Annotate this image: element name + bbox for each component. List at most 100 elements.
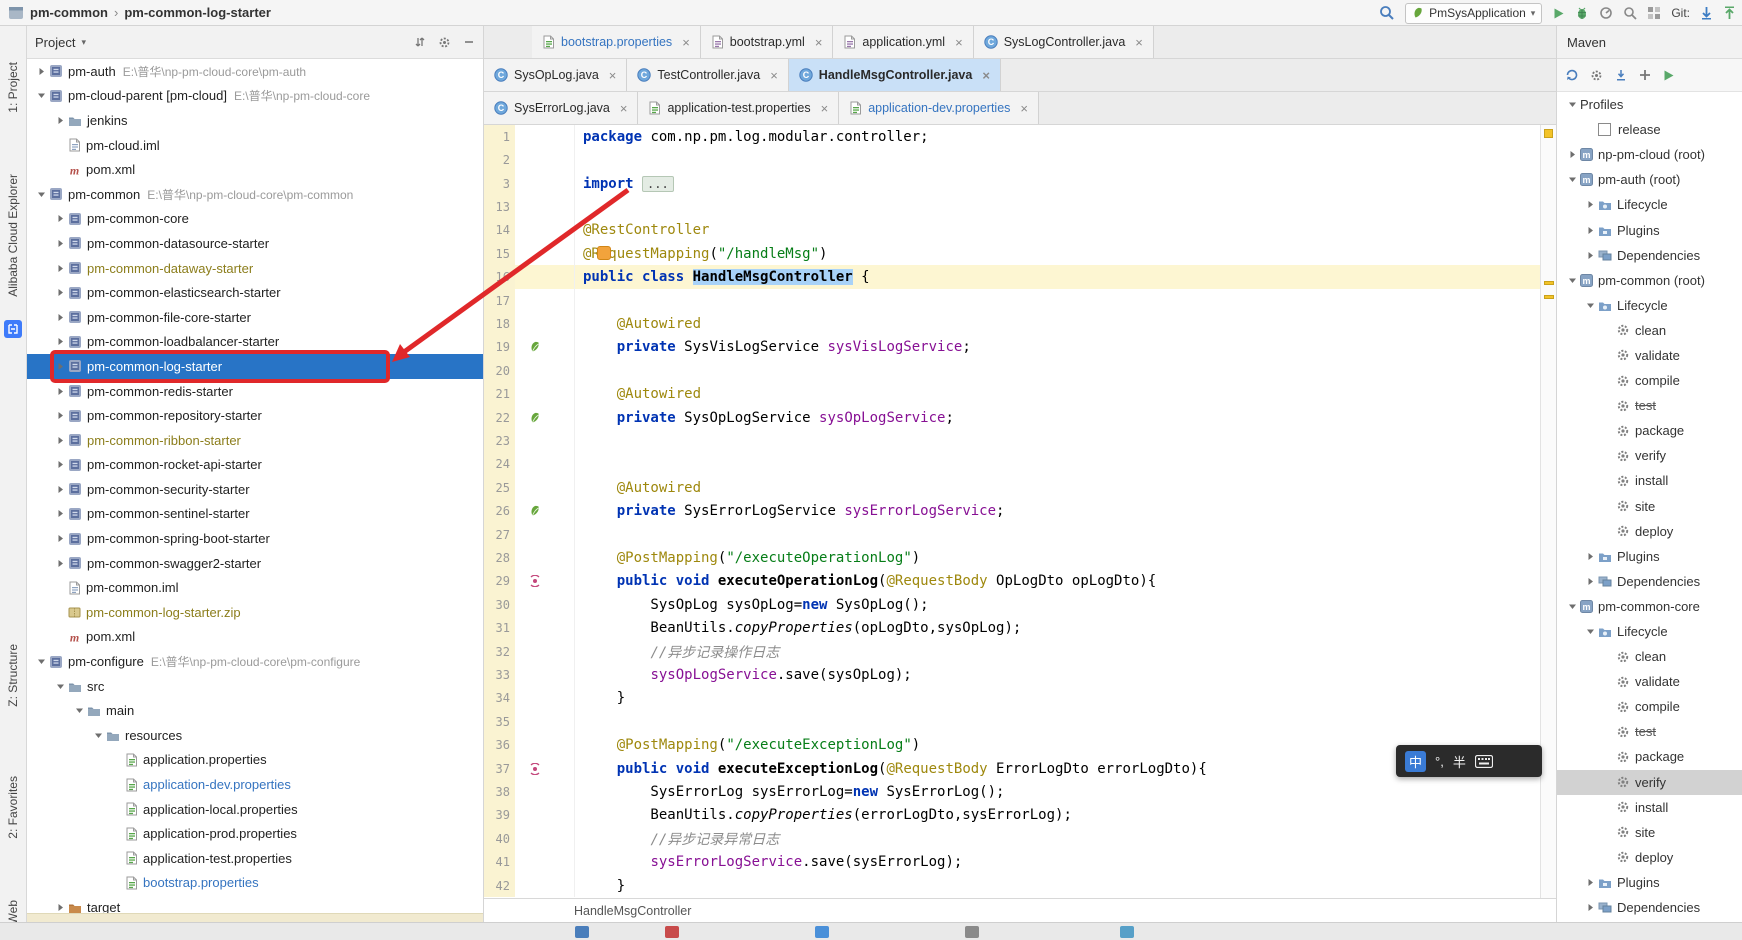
ime-language-badge[interactable]: 中 xyxy=(1405,750,1426,772)
tree-chevron[interactable] xyxy=(52,264,68,273)
maven-tree-item[interactable]: m pm-auth (root) xyxy=(1557,167,1742,192)
maven-tree-item[interactable]: clean xyxy=(1557,644,1742,669)
tree-chevron[interactable] xyxy=(33,91,49,100)
tree-chevron[interactable] xyxy=(33,67,49,76)
request-mapping-icon[interactable] xyxy=(529,575,541,588)
tree-chevron[interactable] xyxy=(52,313,68,322)
ime-width-mode[interactable]: 半 xyxy=(1453,752,1466,771)
profiler-button[interactable] xyxy=(1599,6,1613,20)
code-line[interactable]: 35 xyxy=(484,710,1540,734)
close-icon[interactable]: × xyxy=(982,69,990,82)
tree-chevron[interactable] xyxy=(1583,552,1598,561)
maven-tree-item[interactable]: m np-pm-cloud (root) xyxy=(1557,142,1742,167)
maven-tree-item[interactable]: validate xyxy=(1557,343,1742,368)
hide-panel-button[interactable] xyxy=(463,36,475,48)
code-line[interactable]: 3 import ... xyxy=(484,171,1540,196)
project-tree-item[interactable]: pm-common-dataway-starter xyxy=(27,256,483,281)
editor-tab[interactable]: application.yml × xyxy=(833,26,974,58)
taskbar-icon[interactable] xyxy=(1120,926,1134,938)
project-tree-item[interactable]: pm-cloud-parent [pm-cloud] E:\普华\np-pm-cl… xyxy=(27,84,483,109)
code-line[interactable]: 29 public void executeOperationLog(@Requ… xyxy=(484,569,1540,594)
project-tree-item[interactable]: pm-cloud.iml xyxy=(27,133,483,158)
close-icon[interactable]: × xyxy=(770,69,778,82)
ime-punctuation-mode[interactable]: °, xyxy=(1435,754,1444,769)
project-panel-title[interactable]: Project xyxy=(35,35,75,50)
project-tree-item[interactable]: pm-common-repository-starter xyxy=(27,403,483,428)
editor-scrollbar[interactable] xyxy=(1540,125,1556,898)
maven-tree-item[interactable]: package xyxy=(1557,418,1742,443)
taskbar-icon[interactable] xyxy=(815,926,829,938)
editor-tab[interactable]: bootstrap.properties × xyxy=(532,26,701,58)
settings-button[interactable] xyxy=(438,36,451,49)
project-tree-item[interactable]: bootstrap.properties xyxy=(27,871,483,896)
tool-button-favorites[interactable]: 2: Favorites xyxy=(6,776,20,839)
maven-tree-item[interactable]: Dependencies xyxy=(1557,243,1742,268)
tree-chevron[interactable] xyxy=(1583,903,1598,912)
project-tree-item[interactable]: pm-common.iml xyxy=(27,575,483,600)
request-mapping-icon[interactable] xyxy=(529,762,541,775)
editor-tab[interactable]: C HandleMsgController.java × xyxy=(788,59,1001,91)
maven-tree-item[interactable]: verify xyxy=(1557,443,1742,468)
reimport-button[interactable] xyxy=(1565,68,1579,82)
tool-button-web[interactable]: Web xyxy=(6,900,20,924)
tree-chevron[interactable] xyxy=(52,485,68,494)
spring-bean-icon[interactable] xyxy=(529,505,541,517)
project-tree-item[interactable]: pm-common E:\普华\np-pm-cloud-core\pm-commo… xyxy=(27,182,483,207)
project-tree-item[interactable]: target xyxy=(27,895,483,913)
project-tree-item[interactable]: main xyxy=(27,698,483,723)
maven-tree-item[interactable]: package xyxy=(1557,744,1742,769)
close-icon[interactable]: × xyxy=(1135,36,1143,49)
alibaba-cloud-icon[interactable] xyxy=(4,320,22,338)
download-sources-button[interactable] xyxy=(1614,68,1628,82)
code-line[interactable]: 1 package com.np.pm.log.modular.controlle… xyxy=(484,125,1540,149)
editor-tab[interactable]: application-dev.properties × xyxy=(839,92,1040,124)
breadcrumb-item[interactable]: pm-common-log-starter xyxy=(124,5,271,20)
project-tree-item[interactable]: application-prod.properties xyxy=(27,821,483,846)
warning-stripe-mark[interactable] xyxy=(1544,295,1554,299)
code-line[interactable]: 16 public class HandleMsgController { xyxy=(484,265,1540,289)
maven-tree-item[interactable]: Dependencies xyxy=(1557,569,1742,594)
project-tree-item[interactable]: pm-common-datasource-starter xyxy=(27,231,483,256)
tree-chevron[interactable] xyxy=(52,559,68,568)
editor-tab[interactable]: C TestController.java × xyxy=(627,59,789,91)
tree-chevron[interactable] xyxy=(1565,276,1580,285)
tree-chevron[interactable] xyxy=(1583,878,1598,887)
spring-bean-icon[interactable] xyxy=(529,341,541,353)
code-line[interactable]: 19 private SysVisLogService sysVisLogSer… xyxy=(484,335,1540,360)
tree-chevron[interactable] xyxy=(52,387,68,396)
code-line[interactable]: 33 sysOpLogService .save(sysOpLog); xyxy=(484,663,1540,687)
layout-button[interactable] xyxy=(1647,6,1661,20)
tree-chevron[interactable] xyxy=(1583,226,1598,235)
taskbar-icon[interactable] xyxy=(965,926,979,938)
maven-tree-item[interactable]: site xyxy=(1557,494,1742,519)
run-button[interactable] xyxy=(1552,7,1565,20)
breadcrumb-class[interactable]: HandleMsgController xyxy=(574,904,691,918)
close-icon[interactable]: × xyxy=(821,102,829,115)
project-tree-item[interactable]: resources xyxy=(27,723,483,748)
tool-button-project[interactable]: 1: Project xyxy=(6,62,20,113)
tree-chevron[interactable] xyxy=(52,460,68,469)
code-line[interactable]: 28 @PostMapping("/executeOperationLog") xyxy=(484,546,1540,570)
code-line[interactable]: 13 xyxy=(484,195,1540,219)
maven-tree-item[interactable]: validate xyxy=(1557,669,1742,694)
maven-tree-item[interactable]: Plugins xyxy=(1557,217,1742,242)
project-tree-item[interactable]: pm-common-loadbalancer-starter xyxy=(27,330,483,355)
maven-tree-item[interactable]: m pm-common (root) xyxy=(1557,268,1742,293)
maven-tree-item[interactable]: Lifecycle xyxy=(1557,192,1742,217)
tree-chevron[interactable] xyxy=(33,190,49,199)
maven-tree-item[interactable]: compile xyxy=(1557,368,1742,393)
code-line[interactable]: 20 xyxy=(484,359,1540,383)
maven-tree-item[interactable]: clean xyxy=(1557,318,1742,343)
close-icon[interactable]: × xyxy=(682,36,690,49)
maven-tree-item[interactable]: compile xyxy=(1557,694,1742,719)
project-tree-item[interactable]: pm-common-sentinel-starter xyxy=(27,502,483,527)
maven-tree-item[interactable]: m pm-common-core xyxy=(1557,594,1742,619)
tree-chevron[interactable] xyxy=(1583,200,1598,209)
code-line[interactable]: 42 } xyxy=(484,874,1540,898)
maven-tree-item[interactable]: install xyxy=(1557,468,1742,493)
spring-bean-icon[interactable] xyxy=(529,412,541,424)
code-line[interactable]: 40 //异步记录异常日志 xyxy=(484,827,1540,851)
project-tree-item[interactable]: src xyxy=(27,674,483,699)
tree-chevron[interactable] xyxy=(52,362,68,371)
tree-chevron[interactable] xyxy=(52,436,68,445)
